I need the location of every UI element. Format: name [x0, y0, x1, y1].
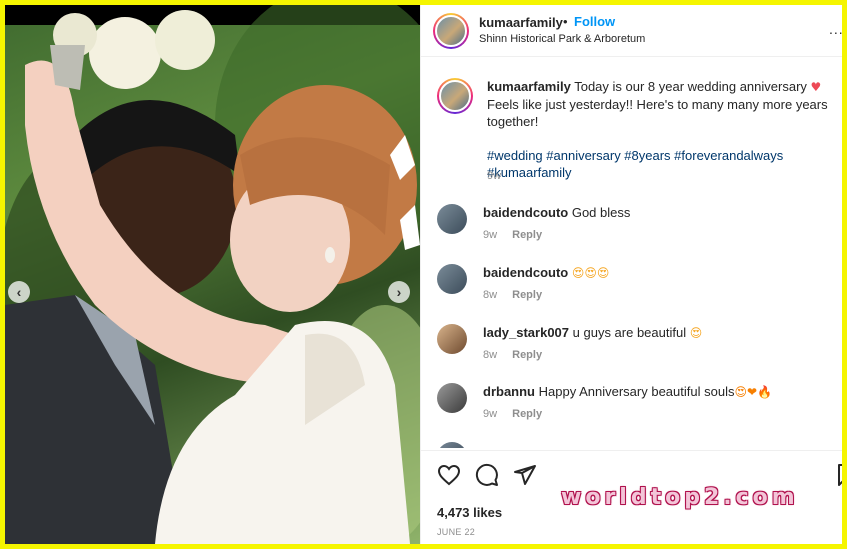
caption: kumaarfamily Today is our 8 year wedding… — [437, 78, 837, 188]
comment-meta: 9w Reply — [483, 229, 542, 241]
likes-count[interactable]: 4,473 likes — [437, 505, 502, 520]
caption-text: Today is our 8 year wedding anniversary — [574, 79, 807, 94]
comment-age: 9w — [483, 229, 498, 241]
post-date: JUNE 22 — [437, 527, 476, 537]
avatar[interactable] — [437, 204, 467, 234]
avatar[interactable] — [437, 442, 467, 448]
comment-text: Happy Anniversary beautiful souls — [538, 384, 735, 399]
avatar[interactable] — [437, 383, 467, 413]
heart-emoji: ♥ — [810, 80, 822, 94]
watermark: worldtop2.com — [561, 485, 799, 510]
header-separator: • — [563, 14, 568, 29]
post-actions: 4,473 likes JUNE 22 worldtop2.com — [421, 450, 842, 544]
avatar[interactable] — [437, 264, 467, 294]
comment-meta: 8w Reply — [483, 349, 542, 361]
comment-emoji: 😍😍😍 — [571, 266, 610, 280]
reply-button[interactable]: Reply — [512, 408, 542, 420]
comment-emoji: 😍 — [689, 326, 703, 340]
reply-button[interactable]: Reply — [512, 289, 542, 301]
comment-body: baidendcouto 😍😍😍 — [483, 264, 839, 282]
bookmark-icon[interactable] — [837, 463, 842, 487]
comment-body: drbannu Happy Anniversary beautiful soul… — [483, 383, 839, 401]
post-side-panel: kumaarfamily • Follow Shinn Historical P… — [420, 5, 842, 544]
comment-thread[interactable]: kumaarfamily Today is our 8 year wedding… — [421, 58, 842, 448]
list-item — [437, 442, 837, 448]
comment-username[interactable]: baidendcouto — [483, 205, 568, 220]
chevron-left-icon[interactable]: ‹ — [8, 281, 30, 303]
list-item: drbannu Happy Anniversary beautiful soul… — [437, 383, 837, 427]
chevron-right-icon[interactable]: › — [388, 281, 410, 303]
post-frame: ‹ › kumaarfamily • Follow Shinn Historic… — [5, 5, 842, 544]
comment-text: God bless — [571, 205, 631, 220]
follow-button[interactable]: Follow — [574, 14, 615, 29]
comment-text: u guys are beautiful — [572, 325, 687, 340]
heart-outline-icon[interactable] — [437, 463, 461, 487]
comment-age: 9w — [483, 408, 498, 420]
comment-age: 8w — [483, 289, 498, 301]
comment-username[interactable]: baidendcouto — [483, 265, 568, 280]
reply-button[interactable]: Reply — [512, 229, 542, 241]
wedding-couple-image — [5, 5, 420, 544]
comment-username[interactable]: lady_stark007 — [483, 325, 569, 340]
comment-body: lady_stark007 u guys are beautiful 😍 — [483, 324, 839, 342]
avatar[interactable] — [433, 13, 469, 49]
header-username[interactable]: kumaarfamily — [479, 15, 563, 30]
comment-meta: 8w Reply — [483, 289, 542, 301]
post-header: kumaarfamily • Follow Shinn Historical P… — [421, 5, 842, 57]
comment-username[interactable]: drbannu — [483, 384, 535, 399]
caption-username[interactable]: kumaarfamily — [487, 79, 571, 94]
list-item: lady_stark007 u guys are beautiful 😍 8w … — [437, 324, 837, 368]
paper-plane-icon[interactable] — [513, 463, 537, 487]
comment-bubble-icon[interactable] — [475, 463, 499, 487]
post-photo[interactable]: ‹ › — [5, 5, 420, 544]
list-item: baidendcouto 😍😍😍 8w Reply — [437, 264, 837, 308]
list-item: baidendcouto God bless 9w Reply — [437, 204, 837, 248]
more-options-icon[interactable]: ... — [829, 21, 842, 37]
avatar[interactable] — [437, 324, 467, 354]
location-link[interactable]: Shinn Historical Park & Arboretum — [479, 33, 645, 45]
comment-meta: 9w Reply — [483, 408, 542, 420]
caption-text-2: Feels like just yesterday!! Here's to ma… — [487, 97, 828, 129]
comment-emoji: 😍❤🔥 — [734, 385, 772, 399]
caption-hashtags[interactable]: #wedding #anniversary #8years #foreveran… — [487, 148, 783, 180]
caption-body: kumaarfamily Today is our 8 year wedding… — [487, 78, 842, 181]
reply-button[interactable]: Reply — [512, 349, 542, 361]
caption-age: 9w — [487, 170, 502, 182]
comment-age: 8w — [483, 349, 498, 361]
avatar[interactable] — [437, 78, 473, 114]
comment-body: baidendcouto God bless — [483, 204, 839, 221]
